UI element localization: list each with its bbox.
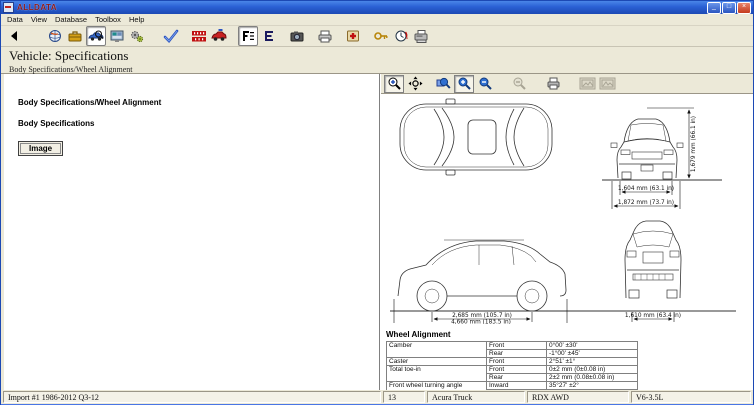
position-cell: Front xyxy=(487,342,547,350)
maximize-button[interactable]: □ xyxy=(722,2,736,14)
window-title: ALLDATA xyxy=(17,3,57,12)
value-cell: 0°00' ±30' xyxy=(547,342,638,350)
zoom-in-icon[interactable] xyxy=(384,75,404,93)
main-toolbar xyxy=(1,26,753,47)
dim-overall-length: 4,660 mm (183.5 in) xyxy=(451,320,511,325)
dim-rear-track: 1,610 mm (63.4 in) xyxy=(625,313,681,319)
value-cell: -1°00' ±45' xyxy=(547,350,638,358)
zoom-plus-icon[interactable] xyxy=(454,75,474,93)
viewer-print-icon[interactable] xyxy=(544,76,562,92)
status-count: 13 xyxy=(383,391,425,403)
parts-icon[interactable] xyxy=(128,27,146,45)
position-cell: Inward xyxy=(487,382,547,390)
position-cell: Outward xyxy=(487,390,547,391)
frames-icon[interactable] xyxy=(238,26,258,46)
diagram-viewport[interactable]: 1,679 mm (66.1 in) 1,604 mm (63.1 in) 1,… xyxy=(381,94,753,390)
dim-front-track: 1,604 mm (63.1 in) xyxy=(618,186,674,192)
menu-toolbox[interactable]: Toolbox xyxy=(93,15,127,24)
zoom-region-icon[interactable] xyxy=(434,76,452,92)
vehicle-dimensions-diagram: 1,679 mm (66.1 in) 1,604 mm (63.1 in) 1,… xyxy=(384,94,746,324)
table-row: Camber Front 0°00' ±30' xyxy=(387,342,638,350)
value-cell: 2±2 mm (0.08±0.08 in) xyxy=(547,374,638,382)
value-cell: 0±2 mm (0±0.08 in) xyxy=(547,366,638,374)
car-front-view xyxy=(602,119,722,180)
breadcrumb: Body Specifications/Wheel Alignment xyxy=(9,65,753,74)
table-row: Total toe-in Front 0±2 mm (0±0.08 in) xyxy=(387,366,638,374)
close-button[interactable]: × xyxy=(737,2,751,14)
menu-help[interactable]: Help xyxy=(127,15,150,24)
status-engine: V6-3.5L xyxy=(631,391,751,403)
status-model: RDX AWD xyxy=(527,391,629,403)
menu-database[interactable]: Database xyxy=(53,15,93,24)
repair-car-icon[interactable] xyxy=(210,27,228,45)
position-cell: Front xyxy=(487,366,547,374)
car-rear-view xyxy=(625,221,681,298)
menu-bar: Data View Database Toolbox Help xyxy=(1,14,753,26)
minimize-button[interactable]: _ xyxy=(707,2,721,14)
main-area: Body Specifications/Wheel Alignment Body… xyxy=(1,74,753,390)
value-cell: 30°20' ±1° (Reference) xyxy=(547,390,638,391)
left-heading-body-specs[interactable]: Body Specifications xyxy=(18,119,379,128)
page-header: Vehicle: Specifications Body Specificati… xyxy=(1,47,753,74)
dim-front-height: 1,679 mm (66.1 in) xyxy=(691,116,697,172)
param-cell: Total toe-in xyxy=(387,366,487,382)
history-icon[interactable] xyxy=(392,27,410,45)
dim-overall-width: 1,872 mm (73.7 in) xyxy=(618,200,674,206)
table-row: Caster Front 2°51' ±1° xyxy=(387,358,638,366)
right-panel: 1,679 mm (66.1 in) 1,604 mm (63.1 in) 1,… xyxy=(380,74,753,390)
page-title: Vehicle: Specifications xyxy=(9,48,753,64)
alldata-window: ALLDATA _ □ × Data View Database Toolbox… xyxy=(0,0,754,405)
message-check-icon[interactable] xyxy=(162,27,180,45)
key-icon[interactable] xyxy=(372,27,390,45)
value-cell: 2°51' ±1° xyxy=(547,358,638,366)
menu-data[interactable]: Data xyxy=(5,15,29,24)
new-car-icon[interactable] xyxy=(190,27,208,45)
position-cell: Rear xyxy=(487,374,547,382)
toolbox-icon[interactable] xyxy=(66,27,84,45)
zoom-out-disabled-icon xyxy=(510,76,528,92)
title-bar: ALLDATA _ □ × xyxy=(1,1,753,14)
print-icon[interactable] xyxy=(316,27,334,45)
position-cell: Front xyxy=(487,358,547,366)
dim-wheelbase: 2,685 mm (105.7 in) xyxy=(452,313,512,319)
status-bar: Import #1 1986-2012 Q3-12 13 Acura Truck… xyxy=(1,390,753,404)
front-dimensions xyxy=(612,108,694,209)
image-viewer-icon[interactable] xyxy=(108,27,126,45)
text-view-icon[interactable] xyxy=(260,27,278,45)
car-side-view xyxy=(390,240,736,311)
table-row: Front wheel turning angle Inward 35°27' … xyxy=(387,382,638,390)
image-button[interactable]: Image xyxy=(18,141,63,156)
position-cell: Rear xyxy=(487,350,547,358)
wheel-alignment-title: Wheel Alignment xyxy=(386,330,753,339)
web-icon[interactable] xyxy=(46,27,64,45)
manual-icon[interactable] xyxy=(344,27,362,45)
menu-view[interactable]: View xyxy=(29,15,53,24)
camera-icon[interactable] xyxy=(288,27,306,45)
prev-image-disabled-icon xyxy=(578,76,596,92)
param-cell: Front wheel turning angle xyxy=(387,382,487,391)
vehicle-search-icon[interactable] xyxy=(86,26,106,46)
param-cell: Camber xyxy=(387,342,487,358)
left-heading-wheel-alignment[interactable]: Body Specifications/Wheel Alignment xyxy=(18,98,379,107)
app-icon xyxy=(3,2,14,13)
status-make: Acura Truck xyxy=(427,391,525,403)
status-import: Import #1 1986-2012 Q3-12 xyxy=(3,391,381,403)
left-panel: Body Specifications/Wheel Alignment Body… xyxy=(1,74,380,390)
zoom-minus-icon[interactable] xyxy=(476,76,494,92)
back-icon[interactable] xyxy=(6,27,24,45)
pan-icon[interactable] xyxy=(406,76,424,92)
param-cell: Caster xyxy=(387,358,487,366)
next-image-disabled-icon xyxy=(598,76,616,92)
wheel-alignment-table: Camber Front 0°00' ±30' Rear -1°00' ±45'… xyxy=(386,341,638,390)
viewer-toolbar xyxy=(381,74,753,94)
value-cell: 35°27' ±2° xyxy=(547,382,638,390)
car-top-view xyxy=(400,99,552,175)
fax-icon[interactable] xyxy=(412,27,430,45)
